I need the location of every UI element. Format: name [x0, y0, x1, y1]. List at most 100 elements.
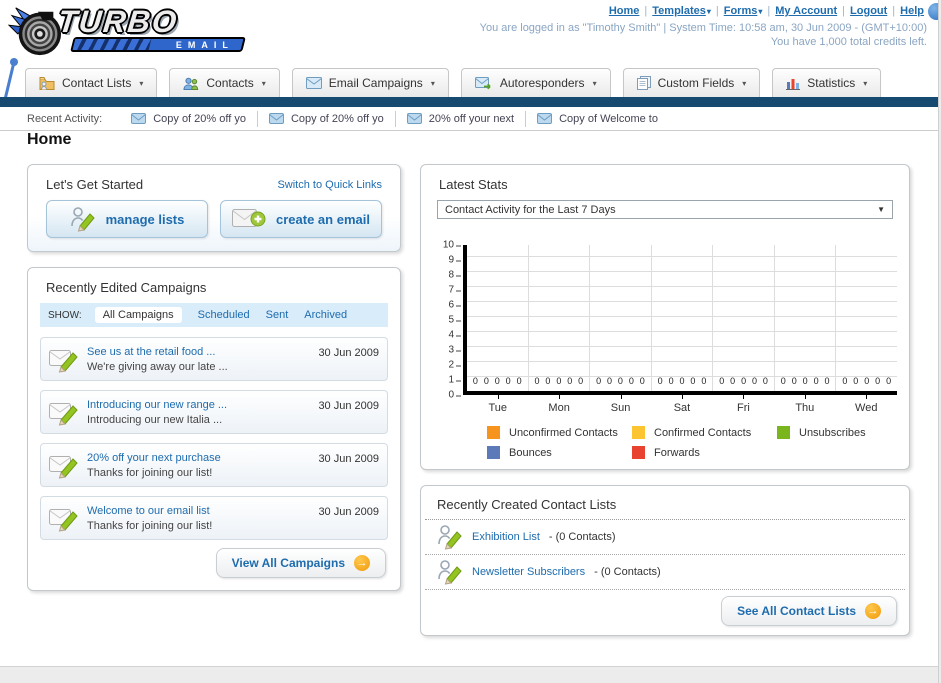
campaign-title-link[interactable]: 20% off your next purchase — [87, 452, 310, 464]
campaign-title-link[interactable]: Welcome to our email list — [87, 505, 310, 517]
separator: | — [644, 5, 648, 17]
campaign-date: 30 Jun 2009 — [318, 506, 379, 518]
see-all-contact-lists-row: See All Contact Lists → — [721, 596, 897, 626]
chart-day-group: 00000 — [773, 245, 836, 391]
x-tick-label: Mon — [528, 395, 589, 414]
logo-email-text: EMAIL — [176, 39, 234, 50]
data-value-label: 0 — [875, 376, 881, 386]
tab-statistics[interactable]: Statistics ▾ — [772, 68, 882, 97]
tab-custom-fields[interactable]: Custom Fields ▾ — [622, 68, 761, 97]
data-value-label: 0 — [494, 376, 500, 386]
x-tick-label: Wed — [836, 395, 897, 414]
logo[interactable]: TURBO EMAIL — [7, 2, 248, 63]
tab-autoresponders[interactable]: Autoresponders ▾ — [460, 68, 611, 97]
bar-chart-icon — [786, 77, 801, 90]
separator: | — [842, 5, 846, 17]
stats-report-select[interactable]: Contact Activity for the Last 7 Days ▼ — [437, 200, 893, 219]
users-icon — [183, 77, 199, 90]
filter-archived[interactable]: Archived — [304, 309, 347, 321]
top-link-home[interactable]: Home — [609, 5, 640, 17]
campaigns-header: Recently Edited Campaigns — [28, 268, 400, 295]
user-pencil-icon — [437, 559, 463, 585]
contact-lists-title: Recently Created Contact Lists — [437, 497, 617, 512]
footer-strip — [0, 666, 941, 683]
filter-all-campaigns[interactable]: All Campaigns — [94, 307, 182, 323]
see-all-contact-lists-button[interactable]: See All Contact Lists → — [721, 596, 897, 626]
mail-small-icon — [268, 113, 284, 124]
data-value-label: 0 — [628, 376, 634, 386]
legend-swatch — [487, 426, 500, 439]
top-link-label: Home — [608, 5, 640, 17]
recent-activity-item-label: Copy of 20% off yo — [153, 112, 246, 125]
get-started-buttons: manage lists create an email — [28, 192, 400, 238]
latest-stats-header: Latest Stats — [421, 165, 909, 192]
envelope-icon — [305, 77, 322, 89]
campaign-title-link[interactable]: See us at the retail food ... — [87, 346, 310, 358]
contact-list-name-link[interactable]: Exhibition List — [472, 531, 540, 543]
campaign-row: Welcome to our email list Thanks for join… — [40, 496, 388, 540]
data-value-label: 0 — [813, 376, 819, 386]
campaign-date: 30 Jun 2009 — [318, 400, 379, 412]
switch-to-quick-links-link[interactable]: Switch to Quick Links — [277, 179, 382, 191]
main-tab-bar: Contact Lists ▾ Contacts ▾ Email Campaigns ▾ A… — [25, 68, 882, 97]
y-tick-label: 7 — [448, 284, 461, 296]
top-link-my-account[interactable]: My Account — [775, 5, 837, 17]
chart-day-group: 00000 — [527, 245, 590, 391]
data-value-label: 0 — [741, 376, 747, 386]
tab-contact-lists[interactable]: Contact Lists ▾ — [25, 68, 158, 97]
pages-icon — [636, 76, 651, 90]
recent-activity-item[interactable]: Copy of 20% off yo — [256, 110, 395, 127]
y-tick-label: 0 — [448, 389, 461, 401]
chart-legend: Unconfirmed Contacts Confirmed Contacts Un… — [487, 426, 937, 466]
recent-activity-item[interactable]: Copy of 20% off yo — [120, 111, 257, 127]
top-link-logout[interactable]: Logout — [850, 5, 887, 17]
tab-email-campaigns[interactable]: Email Campaigns ▾ — [291, 68, 449, 97]
create-an-email-button[interactable]: create an email — [220, 200, 382, 238]
user-pencil-icon — [437, 524, 463, 550]
top-link-label: My Account — [775, 5, 838, 17]
top-link-templates[interactable]: Templates▾ — [652, 5, 711, 17]
chart-day-group: 00000 — [589, 245, 651, 391]
recent-activity-item-label: Copy of Welcome to — [559, 112, 658, 125]
legend-label: Bounces — [509, 446, 552, 459]
view-all-campaigns-button[interactable]: View All Campaigns → — [215, 548, 386, 578]
tab-label: Autoresponders — [499, 76, 585, 90]
contact-list-name-link[interactable]: Newsletter Subscribers — [472, 566, 585, 578]
dropdown-caret-icon: ▾ — [863, 78, 868, 88]
data-value-label: 0 — [886, 376, 892, 386]
data-value-label: 0 — [556, 376, 562, 386]
tab-label: Contact Lists — [62, 76, 132, 90]
campaign-row: Introducing our new range ... Introducing… — [40, 390, 388, 434]
top-link-help[interactable]: Help — [900, 5, 924, 17]
credits-text: You have 1,000 total credits left. — [770, 36, 927, 48]
campaign-subtitle: Thanks for joining our list! — [87, 466, 213, 479]
login-status-text: You are logged in as "Timothy Smith" | S… — [479, 22, 927, 34]
recent-activity-item[interactable]: Copy of Welcome to — [525, 110, 669, 127]
header-right: Home | Templates▾ | Forms▾ | My Account | Logout… — [480, 5, 927, 48]
dropdown-caret-icon: ▾ — [261, 78, 266, 88]
tab-contacts[interactable]: Contacts ▾ — [169, 68, 280, 97]
data-value-label: 0 — [657, 376, 663, 386]
chart-day-group: 00000 — [835, 245, 897, 391]
manage-lists-button[interactable]: manage lists — [46, 200, 208, 238]
y-tick-label: 4 — [448, 329, 461, 341]
top-link-forms[interactable]: Forms▾ — [724, 5, 763, 17]
turbo-turbine-icon — [7, 4, 64, 63]
filter-scheduled[interactable]: Scheduled — [198, 309, 250, 321]
filter-sent[interactable]: Sent — [266, 309, 289, 321]
y-tick-label: 8 — [448, 269, 461, 281]
recent-activity-item[interactable]: 20% off your next — [394, 110, 525, 127]
folder-user-icon — [39, 76, 55, 90]
data-value-label: 0 — [864, 376, 870, 386]
legend-item: Forwards — [632, 446, 777, 459]
data-value-label: 0 — [617, 376, 623, 386]
campaign-title-link[interactable]: Introducing our new range ... — [87, 399, 310, 411]
data-value-label: 0 — [730, 376, 736, 386]
mail-small-icon — [406, 113, 422, 124]
campaign-subtitle: We're giving away our late ... — [87, 360, 228, 373]
campaign-text: 20% off your next purchase Thanks for joi… — [87, 452, 310, 479]
data-value-label: 0 — [516, 376, 522, 386]
contact-list-count: - (0 Contacts) — [548, 531, 616, 543]
data-value-label: 0 — [842, 376, 848, 386]
view-all-campaigns-row: View All Campaigns → — [215, 548, 386, 578]
